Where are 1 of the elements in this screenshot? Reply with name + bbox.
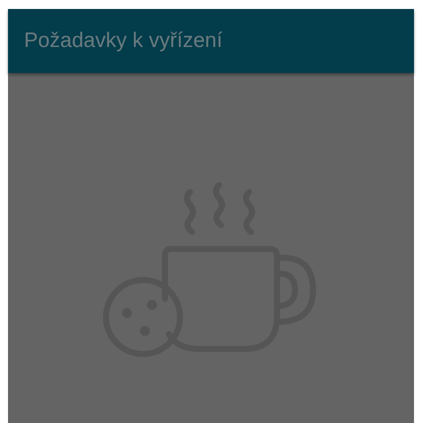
page-title: Požadavky k vyřízení <box>24 28 222 54</box>
